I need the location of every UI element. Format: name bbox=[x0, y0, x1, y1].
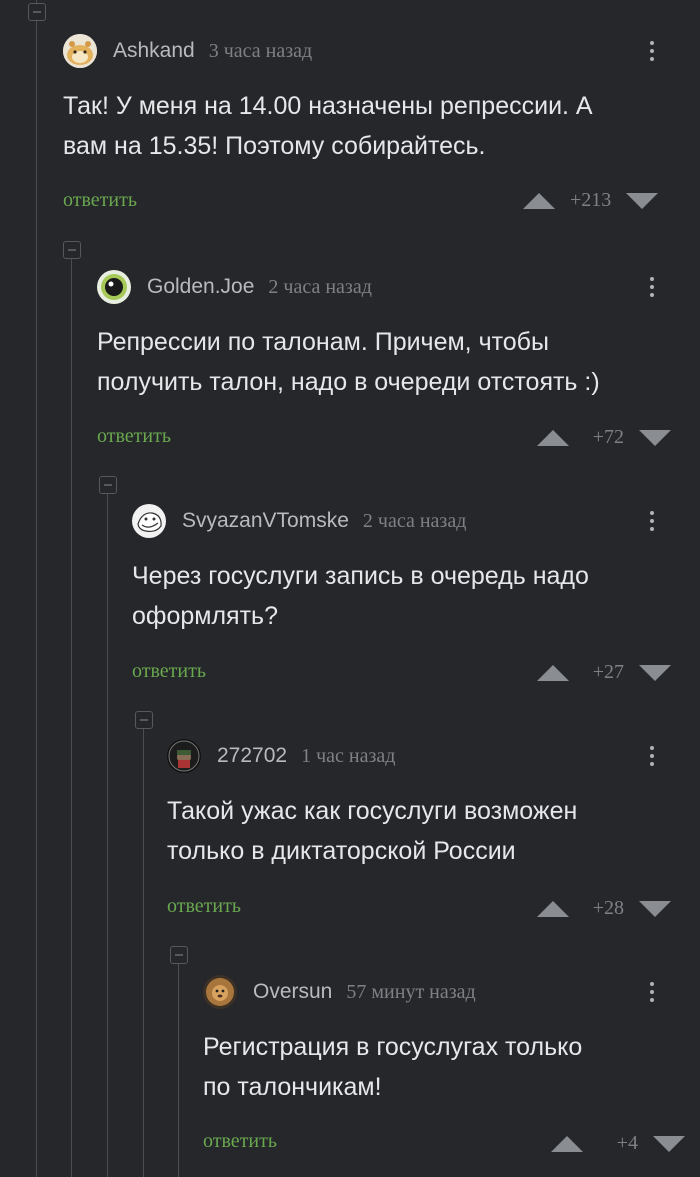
comment-text: Через госуслуги запись в очередь надо оф… bbox=[132, 562, 589, 630]
more-options-icon[interactable] bbox=[642, 505, 662, 537]
comment-timestamp: 1 час назад bbox=[301, 744, 396, 767]
thread-line-level-2 bbox=[107, 494, 108, 1177]
downvote-arrow-icon[interactable] bbox=[625, 192, 659, 210]
upvote-arrow-icon[interactable] bbox=[536, 664, 570, 682]
comment-username[interactable]: Oversun bbox=[253, 980, 332, 1004]
upvote-arrow-icon[interactable] bbox=[522, 192, 556, 210]
thread-line-level-1 bbox=[71, 258, 72, 1177]
more-options-icon[interactable] bbox=[642, 740, 662, 772]
comment-score: +4 bbox=[616, 1132, 638, 1154]
collapse-thread-button[interactable] bbox=[63, 241, 81, 259]
comment-header: Ashkand 3 часа назад bbox=[63, 31, 312, 71]
comment-timestamp: 2 часа назад bbox=[268, 275, 372, 298]
comment-username[interactable]: 272702 bbox=[217, 744, 287, 768]
comment-text: Так! У меня на 14.00 назначены репрессии… bbox=[63, 92, 593, 160]
comment-username[interactable]: Golden.Joe bbox=[147, 275, 254, 299]
comment-username[interactable]: SvyazanVTomske bbox=[182, 509, 349, 533]
comment-header: SvyazanVTomske 2 часа назад bbox=[132, 501, 466, 541]
comment-score: +72 bbox=[592, 426, 624, 448]
reply-link[interactable]: ответить bbox=[132, 660, 206, 683]
vote-controls: +27 bbox=[536, 661, 672, 684]
thread-line-level-0 bbox=[36, 0, 37, 1177]
vote-controls: +72 bbox=[536, 426, 672, 449]
more-options-icon[interactable] bbox=[642, 976, 662, 1008]
downvote-arrow-icon[interactable] bbox=[638, 429, 672, 447]
comment: Ashkand 3 часа назад Так! У меня на 14.0… bbox=[63, 31, 700, 231]
vote-controls: +28 bbox=[536, 897, 672, 920]
comment-score: +27 bbox=[592, 661, 624, 683]
reply-link[interactable]: ответить bbox=[167, 895, 241, 918]
downvote-arrow-icon[interactable] bbox=[638, 664, 672, 682]
comment-timestamp: 3 часа назад bbox=[208, 39, 313, 62]
eye-avatar[interactable] bbox=[97, 270, 131, 304]
thread-line-level-4 bbox=[178, 963, 179, 1177]
collapse-thread-button[interactable] bbox=[99, 476, 117, 494]
comment: Golden.Joe 2 часа назад Репрессии по тал… bbox=[97, 267, 700, 467]
collapse-thread-button[interactable] bbox=[170, 946, 188, 964]
lion-avatar[interactable] bbox=[203, 975, 237, 1009]
more-options-icon[interactable] bbox=[642, 271, 662, 303]
hamster-avatar[interactable] bbox=[63, 34, 97, 68]
comment-timestamp: 57 минут назад bbox=[346, 980, 476, 1003]
reply-link[interactable]: ответить bbox=[63, 189, 137, 212]
downvote-arrow-icon[interactable] bbox=[652, 1135, 686, 1153]
soldier-badge-avatar[interactable] bbox=[167, 739, 201, 773]
comment-score: +213 bbox=[570, 189, 612, 211]
thread-line-level-3 bbox=[143, 729, 144, 1177]
vote-controls: +213 bbox=[522, 189, 659, 212]
vote-controls: +4 bbox=[550, 1132, 686, 1155]
troll-face-avatar[interactable] bbox=[132, 504, 166, 538]
comment-timestamp: 2 часа назад bbox=[362, 509, 467, 532]
comment: SvyazanVTomske 2 часа назад Через госусл… bbox=[132, 501, 700, 701]
collapse-thread-button[interactable] bbox=[135, 711, 153, 729]
comment-text: Регистрация в госуслугах только по талон… bbox=[203, 1033, 583, 1101]
comment-header: 272702 1 час назад bbox=[167, 736, 395, 776]
comment: 272702 1 час назад Такой ужас как госусл… bbox=[167, 736, 700, 936]
comment-score: +28 bbox=[592, 897, 624, 919]
reply-link[interactable]: ответить bbox=[203, 1130, 277, 1153]
comment-username[interactable]: Ashkand bbox=[113, 39, 195, 63]
upvote-arrow-icon[interactable] bbox=[536, 900, 570, 918]
collapse-thread-button[interactable] bbox=[28, 3, 46, 21]
comment-text: Такой ужас как госуслуги возможен только… bbox=[167, 797, 578, 865]
comment-header: Oversun 57 минут назад bbox=[203, 972, 476, 1012]
downvote-arrow-icon[interactable] bbox=[638, 900, 672, 918]
reply-link[interactable]: ответить bbox=[97, 425, 171, 448]
upvote-arrow-icon[interactable] bbox=[550, 1135, 584, 1153]
comment-text: Репрессии по талонам. Причем, чтобы полу… bbox=[97, 328, 600, 396]
comment-header: Golden.Joe 2 часа назад bbox=[97, 267, 372, 307]
comment: Oversun 57 минут назад Регистрация в гос… bbox=[203, 972, 700, 1177]
more-options-icon[interactable] bbox=[642, 35, 662, 67]
upvote-arrow-icon[interactable] bbox=[536, 429, 570, 447]
